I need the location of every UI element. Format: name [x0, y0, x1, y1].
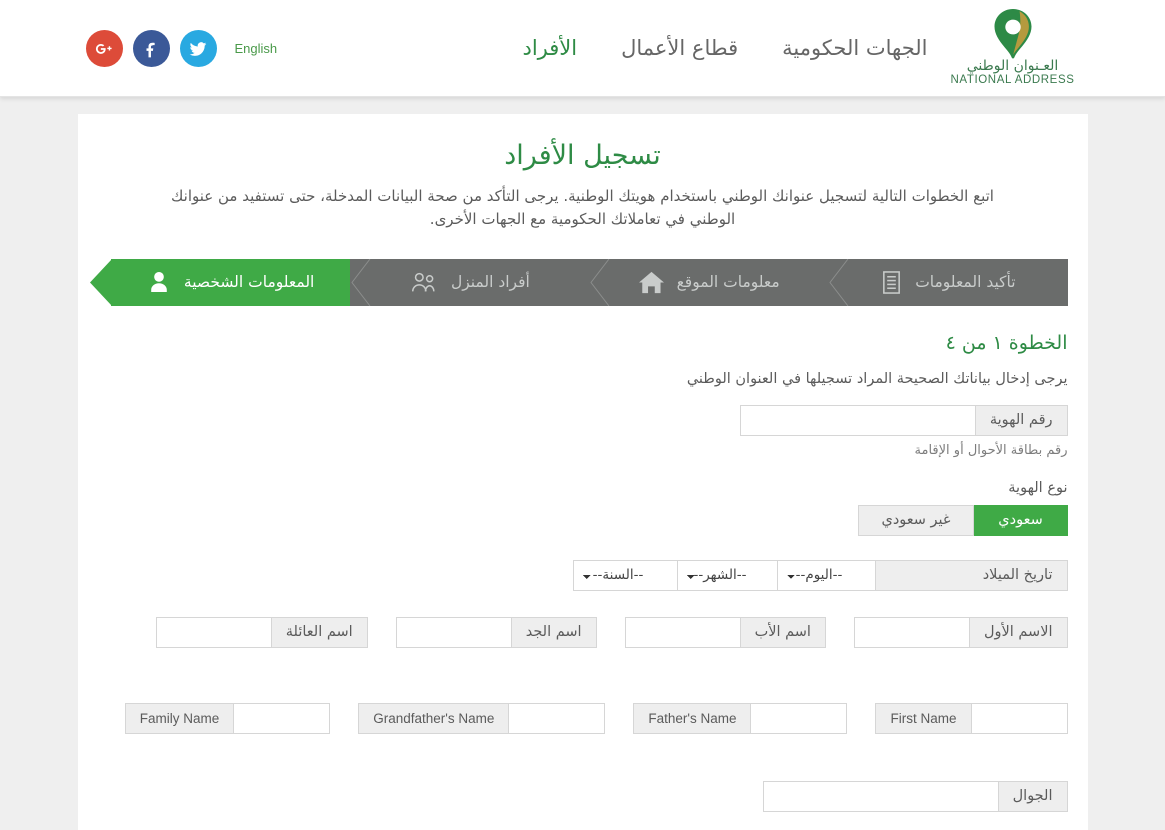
- mobile-row: الجوال: [98, 780, 1068, 812]
- step-label: المعلومات الشخصية: [183, 273, 315, 291]
- language-switch-link[interactable]: English: [227, 41, 278, 56]
- registration-card: تسجيل الأفراد اتبع الخطوات التالية لتسجي…: [77, 114, 1088, 830]
- id-type-row: سعودي غير سعودي: [98, 504, 1068, 536]
- mobile-group: الجوال: [762, 780, 1068, 812]
- grandfather-name-ar-input[interactable]: [395, 616, 511, 648]
- step-heading: الخطوة ١ من ٤: [945, 331, 1068, 354]
- first-name-ar-group: الاسم الأول: [853, 616, 1068, 648]
- family-name-en-label: Family Name: [124, 702, 235, 734]
- arabic-names-row: الاسم الأول اسم الأب اسم الجد اسم العائل…: [98, 616, 1068, 648]
- site-header: English الجهات الحكومية قطاع الأعمال الأ…: [0, 0, 1165, 97]
- map-pin-icon: [994, 9, 1031, 59]
- step-separator-active: [89, 258, 112, 306]
- father-name-ar-input[interactable]: [624, 616, 740, 648]
- social-links: English: [85, 30, 278, 67]
- grandfather-name-ar-group: اسم الجد: [395, 616, 597, 648]
- id-number-input[interactable]: [739, 404, 975, 436]
- birth-date-label: تاريخ الميلاد: [874, 559, 1068, 591]
- family-name-en-group: Family Name: [124, 702, 331, 734]
- first-name-en-label: First Name: [875, 702, 972, 734]
- id-type-toggle: سعودي غير سعودي: [858, 504, 1068, 536]
- mobile-label: الجوال: [997, 780, 1068, 812]
- father-name-ar-group: اسم الأب: [624, 616, 826, 648]
- id-number-label: رقم الهوية: [974, 404, 1068, 436]
- group-icon: [409, 270, 439, 294]
- document-icon: [880, 270, 903, 295]
- step-label: أفراد المنزل: [450, 273, 530, 291]
- google-plus-icon[interactable]: [85, 30, 123, 67]
- step-label: تأكيد المعلومات: [915, 273, 1016, 291]
- family-name-ar-label: اسم العائلة: [270, 616, 368, 648]
- family-name-ar-input[interactable]: [155, 616, 271, 648]
- page-title: تسجيل الأفراد: [504, 140, 661, 171]
- first-name-ar-input[interactable]: [853, 616, 969, 648]
- nav-item-government[interactable]: الجهات الحكومية: [782, 36, 927, 60]
- english-names-row: First Name Father's Name Grandfather's N…: [98, 702, 1068, 734]
- first-name-en-input[interactable]: [971, 702, 1068, 734]
- birth-date-row: تاريخ الميلاد --اليوم-- --الشهر-- --السن…: [98, 559, 1068, 591]
- form-note: يرجى إدخال بياناتك الصحيحة المراد تسجيله…: [686, 370, 1068, 387]
- id-type-non-saudi-button[interactable]: غير سعودي: [858, 504, 974, 536]
- birth-date-group: تاريخ الميلاد --اليوم-- --الشهر-- --السن…: [572, 559, 1068, 591]
- father-name-en-label: Father's Name: [633, 702, 752, 734]
- id-type-label: نوع الهوية: [1008, 479, 1068, 496]
- id-number-row: رقم الهوية: [98, 404, 1068, 436]
- family-name-en-input[interactable]: [234, 702, 331, 734]
- family-name-ar-group: اسم العائلة: [155, 616, 368, 648]
- brand-name-english: NATIONAL ADDRESS: [950, 74, 1075, 86]
- step-separator: [829, 258, 849, 306]
- id-type-saudi-button[interactable]: سعودي: [973, 504, 1068, 536]
- grandfather-name-en-input[interactable]: [509, 702, 606, 734]
- step-confirm-information[interactable]: تأكيد المعلومات: [828, 258, 1067, 306]
- birth-month-select[interactable]: --الشهر--: [676, 559, 777, 591]
- personal-information-form: الخطوة ١ من ٤ يرجى إدخال بياناتك الصحيحة…: [78, 332, 1088, 822]
- page-description: اتبع الخطوات التالية لتسجيل عنوانك الوطن…: [171, 187, 994, 229]
- first-name-en-group: First Name: [875, 702, 1068, 734]
- grandfather-name-en-group: Grandfather's Name: [358, 702, 606, 734]
- step-household-members[interactable]: أفراد المنزل: [350, 258, 589, 306]
- brand-name-arabic: العـنوان الوطني: [966, 58, 1059, 74]
- birth-year-select[interactable]: --السنة--: [572, 559, 677, 591]
- twitter-icon[interactable]: [179, 30, 217, 67]
- father-name-en-input[interactable]: [751, 702, 848, 734]
- home-icon: [638, 270, 665, 295]
- birth-day-select[interactable]: --اليوم--: [776, 559, 875, 591]
- registration-stepper: تأكيد المعلومات معلومات الموقع أفراد الم…: [89, 258, 1068, 306]
- nav-item-individuals[interactable]: الأفراد: [522, 36, 577, 60]
- step-personal-information[interactable]: المعلومات الشخصية: [89, 258, 350, 306]
- id-number-group: رقم الهوية: [739, 404, 1068, 436]
- step-separator: [590, 258, 610, 306]
- person-icon: [146, 269, 172, 295]
- grandfather-name-en-label: Grandfather's Name: [358, 702, 510, 734]
- step-label: معلومات الموقع: [676, 273, 780, 291]
- step-location-information[interactable]: معلومات الموقع: [589, 258, 828, 306]
- mobile-input[interactable]: [762, 780, 998, 812]
- nav-item-business[interactable]: قطاع الأعمال: [621, 36, 738, 60]
- father-name-ar-label: اسم الأب: [739, 616, 826, 648]
- main-navigation: الجهات الحكومية قطاع الأعمال الأفراد: [522, 36, 927, 60]
- first-name-ar-label: الاسم الأول: [968, 616, 1068, 648]
- brand-logo[interactable]: العـنوان الوطني NATIONAL ADDRESS: [938, 8, 1088, 86]
- step-separator: [351, 258, 371, 306]
- father-name-en-group: Father's Name: [633, 702, 848, 734]
- id-number-help-text: رقم بطاقة الأحوال أو الإقامة: [914, 442, 1068, 458]
- facebook-icon[interactable]: [132, 30, 170, 67]
- grandfather-name-ar-label: اسم الجد: [510, 616, 597, 648]
